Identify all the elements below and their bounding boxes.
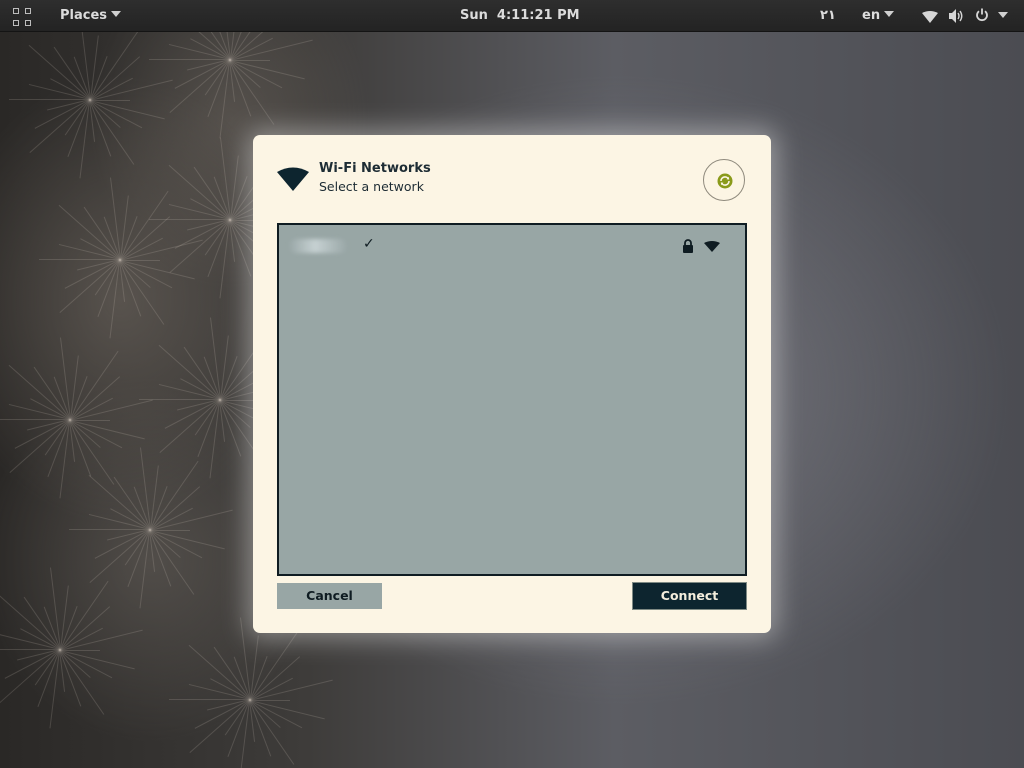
network-name-redacted xyxy=(289,239,347,253)
dialog-subtitle: Select a network xyxy=(319,179,424,194)
lock-icon xyxy=(683,239,693,253)
activities-grid-icon[interactable] xyxy=(13,8,31,26)
keyboard-layout-label: en xyxy=(862,8,881,23)
wifi-networks-dialog: Wi-Fi Networks Select a network ✓ Cancel… xyxy=(253,135,771,633)
checkmark-icon: ✓ xyxy=(363,236,375,252)
network-list[interactable]: ✓ xyxy=(277,223,747,576)
system-menu-chevron-down-icon[interactable] xyxy=(998,9,1008,24)
network-list-item[interactable]: ✓ xyxy=(279,225,745,269)
power-icon[interactable] xyxy=(975,8,989,22)
connect-button[interactable]: Connect xyxy=(632,582,747,610)
places-menu[interactable]: Places xyxy=(60,8,122,23)
wifi-icon[interactable] xyxy=(922,11,938,23)
arabic-date-indicator[interactable]: ٢١ xyxy=(820,8,836,23)
chevron-down-icon xyxy=(884,11,895,17)
cancel-button[interactable]: Cancel xyxy=(277,583,382,609)
volume-icon[interactable] xyxy=(948,9,964,23)
refresh-button[interactable] xyxy=(703,159,745,201)
wifi-icon xyxy=(277,167,309,191)
refresh-icon xyxy=(717,173,733,189)
clock[interactable]: Sun 4:11:21 PM xyxy=(460,8,580,23)
keyboard-layout-menu[interactable]: en xyxy=(862,8,895,23)
chevron-down-icon xyxy=(111,11,122,17)
wifi-signal-icon xyxy=(704,241,720,252)
top-bar: Places Sun 4:11:21 PM ٢١ en xyxy=(0,0,1024,32)
places-label: Places xyxy=(60,8,108,23)
dialog-title: Wi-Fi Networks xyxy=(319,161,431,176)
